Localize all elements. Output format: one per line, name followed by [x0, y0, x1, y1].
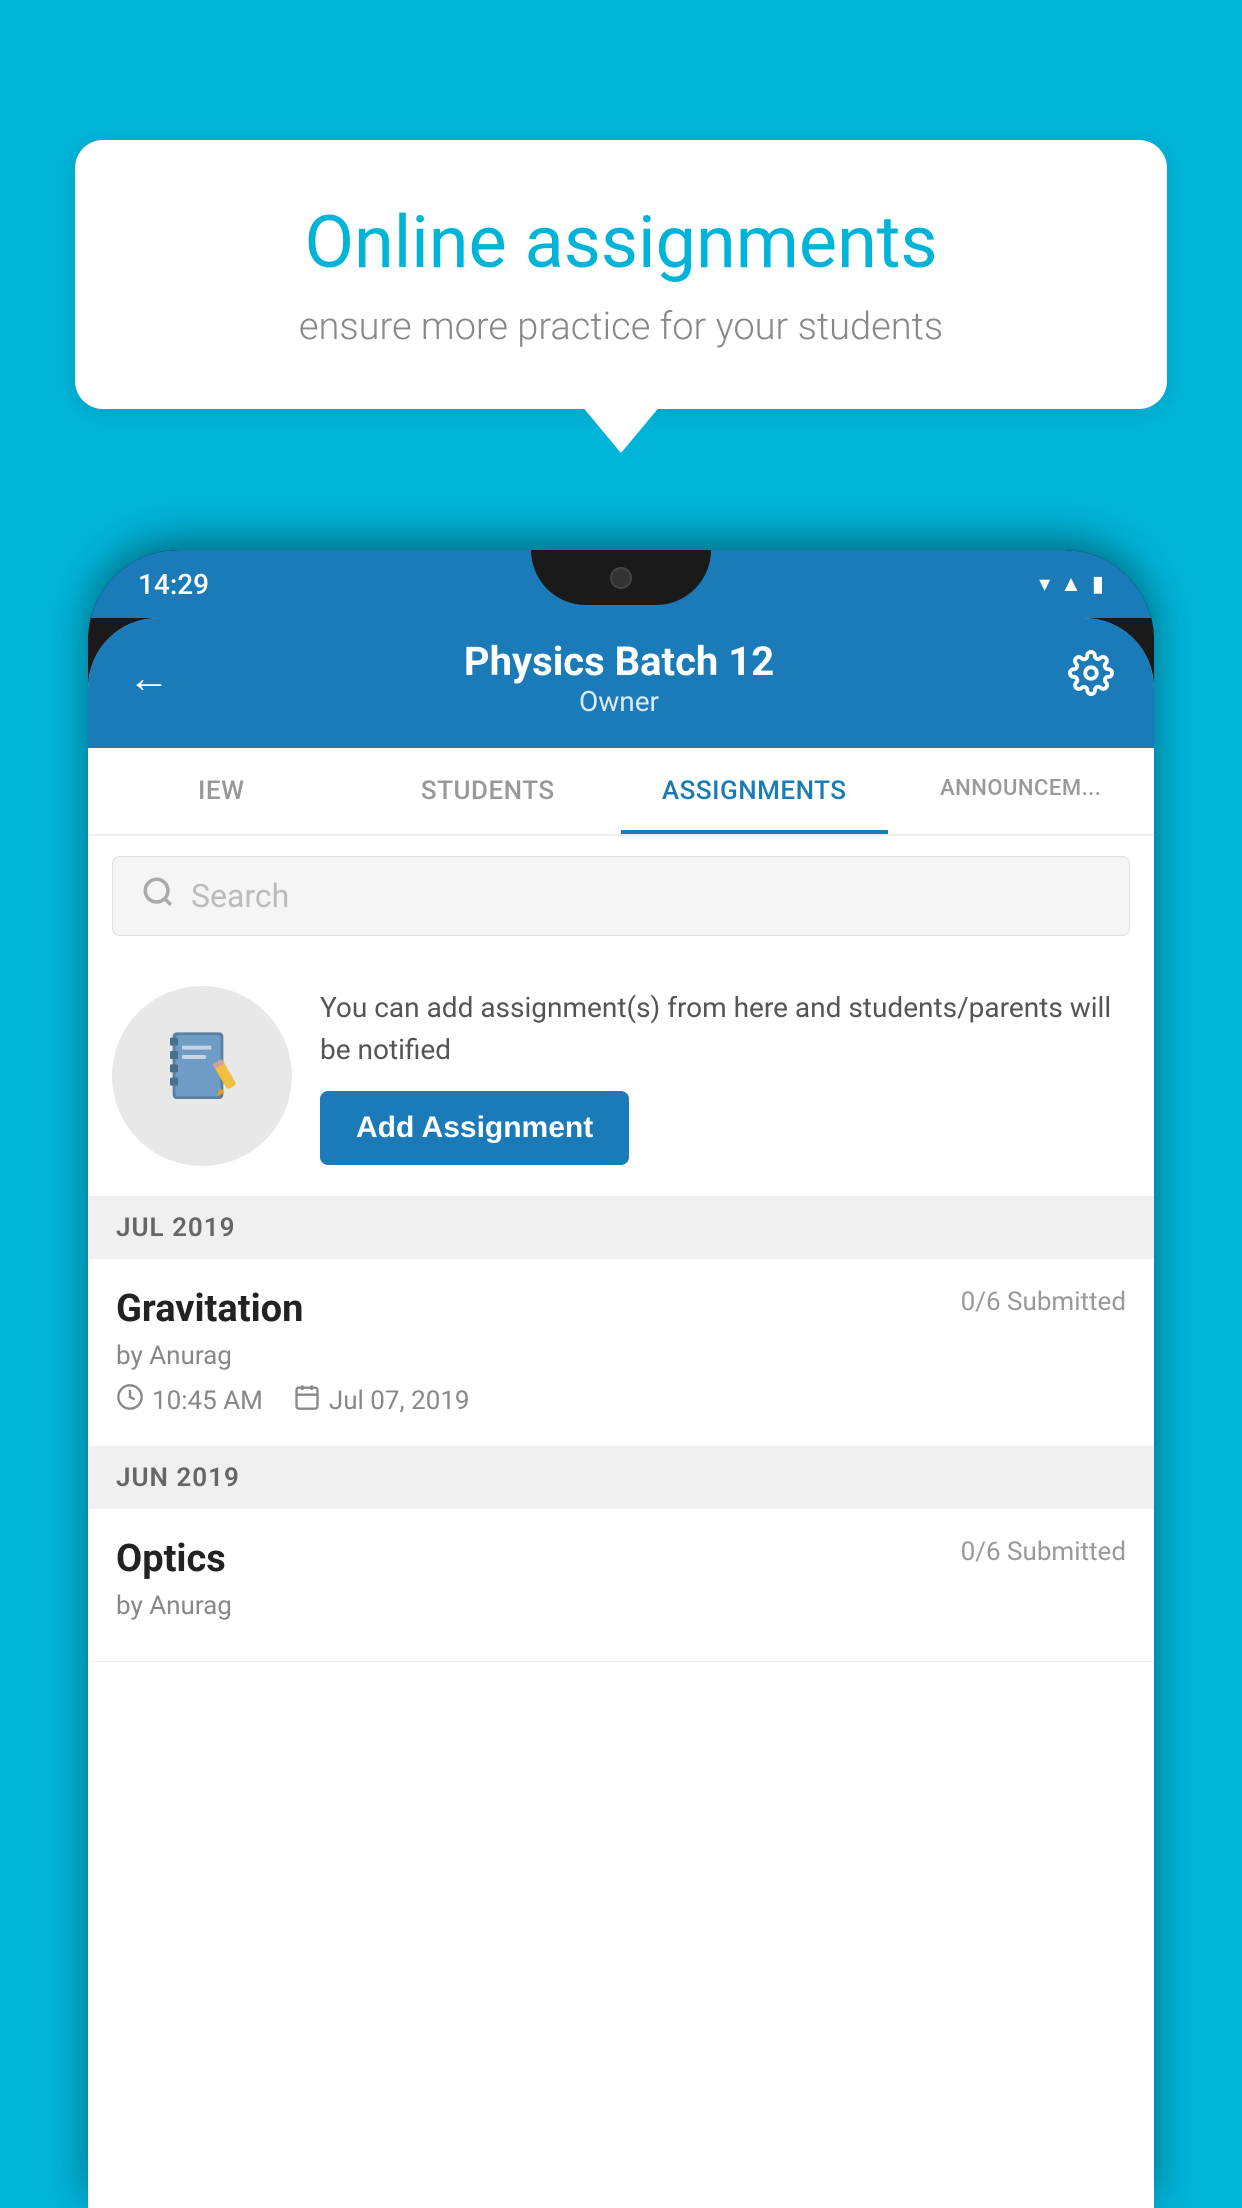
back-button[interactable]: ← — [128, 654, 170, 703]
status-bar: 14:29 ▾ ▲ ▮ — [88, 550, 1154, 618]
tab-iew[interactable]: IEW — [88, 748, 355, 834]
phone-camera — [610, 567, 632, 589]
phone-screen: ← Physics Batch 12 Owner IEW STUDENTS AS… — [88, 618, 1154, 2208]
assignment-date-item: Jul 07, 2019 — [293, 1383, 470, 1418]
status-icons: ▾ ▲ ▮ — [1039, 571, 1104, 597]
phone-inner: 14:29 ▾ ▲ ▮ ← Physics Batch 12 Owner — [88, 550, 1154, 2208]
calendar-icon — [293, 1383, 321, 1418]
status-time: 14:29 — [138, 568, 209, 601]
assignment-name-optics: Optics — [116, 1537, 226, 1581]
assignment-date: Jul 07, 2019 — [329, 1386, 470, 1416]
assignment-icon-circle — [112, 986, 292, 1166]
add-assignment-button[interactable]: Add Assignment — [320, 1091, 629, 1165]
app-header: ← Physics Batch 12 Owner — [88, 618, 1154, 748]
assignment-item-top: Gravitation 0/6 Submitted — [116, 1287, 1126, 1331]
add-assignment-text-block: You can add assignment(s) from here and … — [320, 987, 1130, 1165]
speech-bubble: Online assignments ensure more practice … — [75, 140, 1167, 409]
phone-frame: 14:29 ▾ ▲ ▮ ← Physics Batch 12 Owner — [88, 550, 1154, 2208]
section-header-jul: JUL 2019 — [88, 1197, 1154, 1259]
header-title-block: Physics Batch 12 Owner — [464, 638, 774, 718]
assignment-item-gravitation[interactable]: Gravitation 0/6 Submitted by Anurag 10:4… — [88, 1259, 1154, 1447]
search-icon — [141, 875, 175, 917]
add-assignment-desc: You can add assignment(s) from here and … — [320, 987, 1130, 1071]
battery-icon: ▮ — [1092, 572, 1104, 597]
assignment-item-optics[interactable]: Optics 0/6 Submitted by Anurag — [88, 1509, 1154, 1662]
tab-students[interactable]: STUDENTS — [355, 748, 622, 834]
assignment-name: Gravitation — [116, 1287, 303, 1331]
clock-icon — [116, 1383, 144, 1418]
tabs-bar: IEW STUDENTS ASSIGNMENTS ANNOUNCEM... — [88, 748, 1154, 836]
speech-bubble-container: Online assignments ensure more practice … — [75, 140, 1167, 409]
assignment-author: by Anurag — [116, 1341, 1126, 1371]
settings-button[interactable] — [1068, 650, 1114, 707]
speech-bubble-subtitle: ensure more practice for your students — [145, 305, 1097, 349]
header-title: Physics Batch 12 — [464, 638, 774, 685]
wifi-icon: ▾ — [1039, 572, 1050, 597]
search-container: Search — [88, 836, 1154, 956]
assignment-submitted: 0/6 Submitted — [961, 1287, 1126, 1317]
search-box[interactable]: Search — [112, 856, 1130, 936]
assignment-submitted-optics: 0/6 Submitted — [961, 1537, 1126, 1567]
section-header-jun: JUN 2019 — [88, 1447, 1154, 1509]
assignment-time: 10:45 AM — [152, 1386, 263, 1416]
add-assignment-section: You can add assignment(s) from here and … — [88, 956, 1154, 1197]
tab-announcements[interactable]: ANNOUNCEM... — [888, 748, 1155, 834]
signal-icon: ▲ — [1060, 571, 1082, 597]
assignment-time-item: 10:45 AM — [116, 1383, 263, 1418]
assignment-notebook-icon — [162, 1027, 242, 1125]
search-placeholder: Search — [191, 877, 289, 915]
header-subtitle: Owner — [464, 685, 774, 718]
assignment-item-top-optics: Optics 0/6 Submitted — [116, 1537, 1126, 1581]
assignment-author-optics: by Anurag — [116, 1591, 1126, 1621]
speech-bubble-title: Online assignments — [145, 200, 1097, 285]
tab-assignments[interactable]: ASSIGNMENTS — [621, 748, 888, 834]
phone-notch — [531, 550, 711, 605]
assignment-meta: 10:45 AM Jul 07, 2019 — [116, 1383, 1126, 1418]
